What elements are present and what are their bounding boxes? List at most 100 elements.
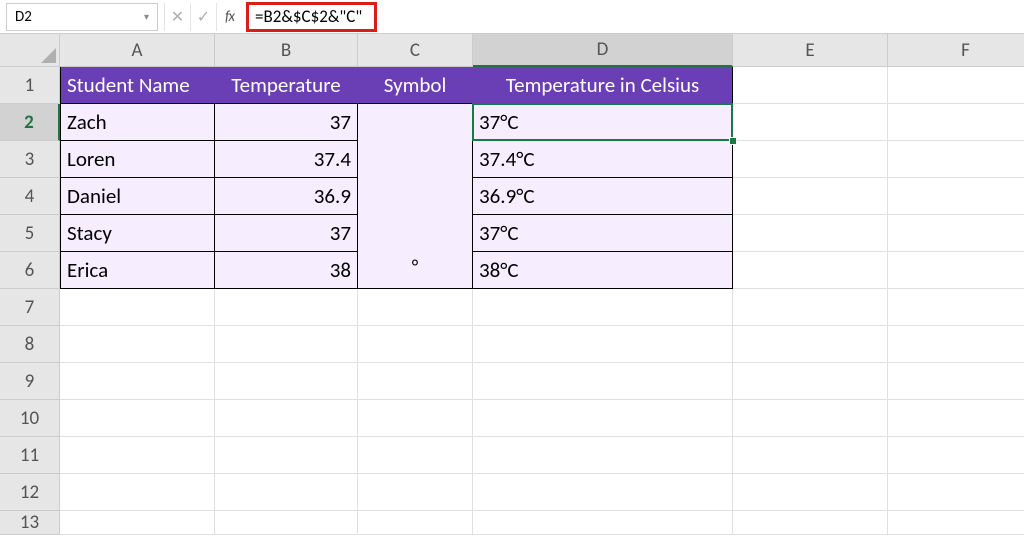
header-temperature[interactable]: Temperature xyxy=(215,67,358,104)
cell-d4[interactable]: 36.9°C xyxy=(473,178,733,215)
cell-b7[interactable] xyxy=(215,289,358,326)
cell-e11[interactable] xyxy=(733,437,888,474)
cell-b6[interactable]: 38 xyxy=(215,252,358,289)
cell-f12[interactable] xyxy=(888,474,1024,511)
cell-b10[interactable] xyxy=(215,400,358,437)
cell-f3[interactable] xyxy=(888,141,1024,178)
cell-f5[interactable] xyxy=(888,215,1024,252)
cell-b5[interactable]: 37 xyxy=(215,215,358,252)
cell-b3[interactable]: 37.4 xyxy=(215,141,358,178)
col-header-b[interactable]: B xyxy=(215,34,358,67)
accept-formula-icon[interactable]: ✓ xyxy=(190,3,216,31)
cell-c13[interactable] xyxy=(358,511,473,535)
cell-b4[interactable]: 36.9 xyxy=(215,178,358,215)
cell-c9[interactable] xyxy=(358,363,473,400)
col-header-d[interactable]: D xyxy=(473,34,733,67)
row-header-1[interactable]: 1 xyxy=(0,67,60,104)
cell-a4[interactable]: Daniel xyxy=(60,178,215,215)
cell-e10[interactable] xyxy=(733,400,888,437)
cell-b13[interactable] xyxy=(215,511,358,535)
row-header-11[interactable]: 11 xyxy=(0,437,60,474)
cell-e5[interactable] xyxy=(733,215,888,252)
cell-symbol-merged[interactable]: ° xyxy=(358,104,473,289)
name-box-dropdown-icon[interactable]: ▾ xyxy=(144,10,149,23)
row-header-4[interactable]: 4 xyxy=(0,178,60,215)
cell-e1[interactable] xyxy=(733,67,888,104)
row-header-2[interactable]: 2 xyxy=(0,104,60,141)
cell-c8[interactable] xyxy=(358,326,473,363)
row-header-8[interactable]: 8 xyxy=(0,326,60,363)
cell-e4[interactable] xyxy=(733,178,888,215)
row-header-9[interactable]: 9 xyxy=(0,363,60,400)
col-header-c[interactable]: C xyxy=(358,34,473,67)
cell-a7[interactable] xyxy=(60,289,215,326)
cell-c11[interactable] xyxy=(358,437,473,474)
select-all-corner[interactable] xyxy=(0,34,60,67)
row-header-5[interactable]: 5 xyxy=(0,215,60,252)
cell-a11[interactable] xyxy=(60,437,215,474)
header-student-name[interactable]: Student Name xyxy=(60,67,215,104)
cell-b8[interactable] xyxy=(215,326,358,363)
cell-d12[interactable] xyxy=(473,474,733,511)
fx-icon[interactable]: fx xyxy=(216,3,242,31)
cell-f2[interactable] xyxy=(888,104,1024,141)
cell-d6[interactable]: 38°C xyxy=(473,252,733,289)
cell-f11[interactable] xyxy=(888,437,1024,474)
formula-input[interactable]: =B2&$C$2&"C" xyxy=(246,2,377,32)
cell-e8[interactable] xyxy=(733,326,888,363)
cell-c7[interactable] xyxy=(358,289,473,326)
cell-f6[interactable] xyxy=(888,252,1024,289)
cell-d9[interactable] xyxy=(473,363,733,400)
cell-a3[interactable]: Loren xyxy=(60,141,215,178)
cell-e6[interactable] xyxy=(733,252,888,289)
cell-e2[interactable] xyxy=(733,104,888,141)
cell-a8[interactable] xyxy=(60,326,215,363)
cell-d2[interactable]: 37°C xyxy=(473,104,733,141)
cell-b12[interactable] xyxy=(215,474,358,511)
header-temp-celsius[interactable]: Temperature in Celsius xyxy=(473,67,733,104)
row-header-6[interactable]: 6 xyxy=(0,252,60,289)
fill-handle[interactable] xyxy=(729,137,737,145)
cell-a12[interactable] xyxy=(60,474,215,511)
header-symbol[interactable]: Symbol xyxy=(358,67,473,104)
col-header-a[interactable]: A xyxy=(60,34,215,67)
cell-e13[interactable] xyxy=(733,511,888,535)
row-header-10[interactable]: 10 xyxy=(0,400,60,437)
cell-f9[interactable] xyxy=(888,363,1024,400)
cell-b2[interactable]: 37 xyxy=(215,104,358,141)
cell-d10[interactable] xyxy=(473,400,733,437)
cell-e12[interactable] xyxy=(733,474,888,511)
cell-d5[interactable]: 37°C xyxy=(473,215,733,252)
row-header-3[interactable]: 3 xyxy=(0,141,60,178)
cell-d8[interactable] xyxy=(473,326,733,363)
cell-f4[interactable] xyxy=(888,178,1024,215)
cell-a6[interactable]: Erica xyxy=(60,252,215,289)
cell-a9[interactable] xyxy=(60,363,215,400)
cell-b11[interactable] xyxy=(215,437,358,474)
cell-b9[interactable] xyxy=(215,363,358,400)
cell-d3[interactable]: 37.4°C xyxy=(473,141,733,178)
col-header-e[interactable]: E xyxy=(733,34,888,67)
cell-a5[interactable]: Stacy xyxy=(60,215,215,252)
cell-f1[interactable] xyxy=(888,67,1024,104)
cell-e7[interactable] xyxy=(733,289,888,326)
col-header-f[interactable]: F xyxy=(888,34,1024,67)
cell-d11[interactable] xyxy=(473,437,733,474)
cell-d7[interactable] xyxy=(473,289,733,326)
row-header-13[interactable]: 13 xyxy=(0,511,60,535)
cell-c12[interactable] xyxy=(358,474,473,511)
cell-d13[interactable] xyxy=(473,511,733,535)
cell-a13[interactable] xyxy=(60,511,215,535)
row-header-12[interactable]: 12 xyxy=(0,474,60,511)
cell-e9[interactable] xyxy=(733,363,888,400)
cell-a2[interactable]: Zach xyxy=(60,104,215,141)
name-box[interactable]: D2 ▾ xyxy=(6,3,158,31)
cell-a10[interactable] xyxy=(60,400,215,437)
cell-f13[interactable] xyxy=(888,511,1024,535)
cell-f8[interactable] xyxy=(888,326,1024,363)
cell-e3[interactable] xyxy=(733,141,888,178)
cancel-formula-icon[interactable]: ✕ xyxy=(164,3,190,31)
cell-c10[interactable] xyxy=(358,400,473,437)
cell-f10[interactable] xyxy=(888,400,1024,437)
row-header-7[interactable]: 7 xyxy=(0,289,60,326)
